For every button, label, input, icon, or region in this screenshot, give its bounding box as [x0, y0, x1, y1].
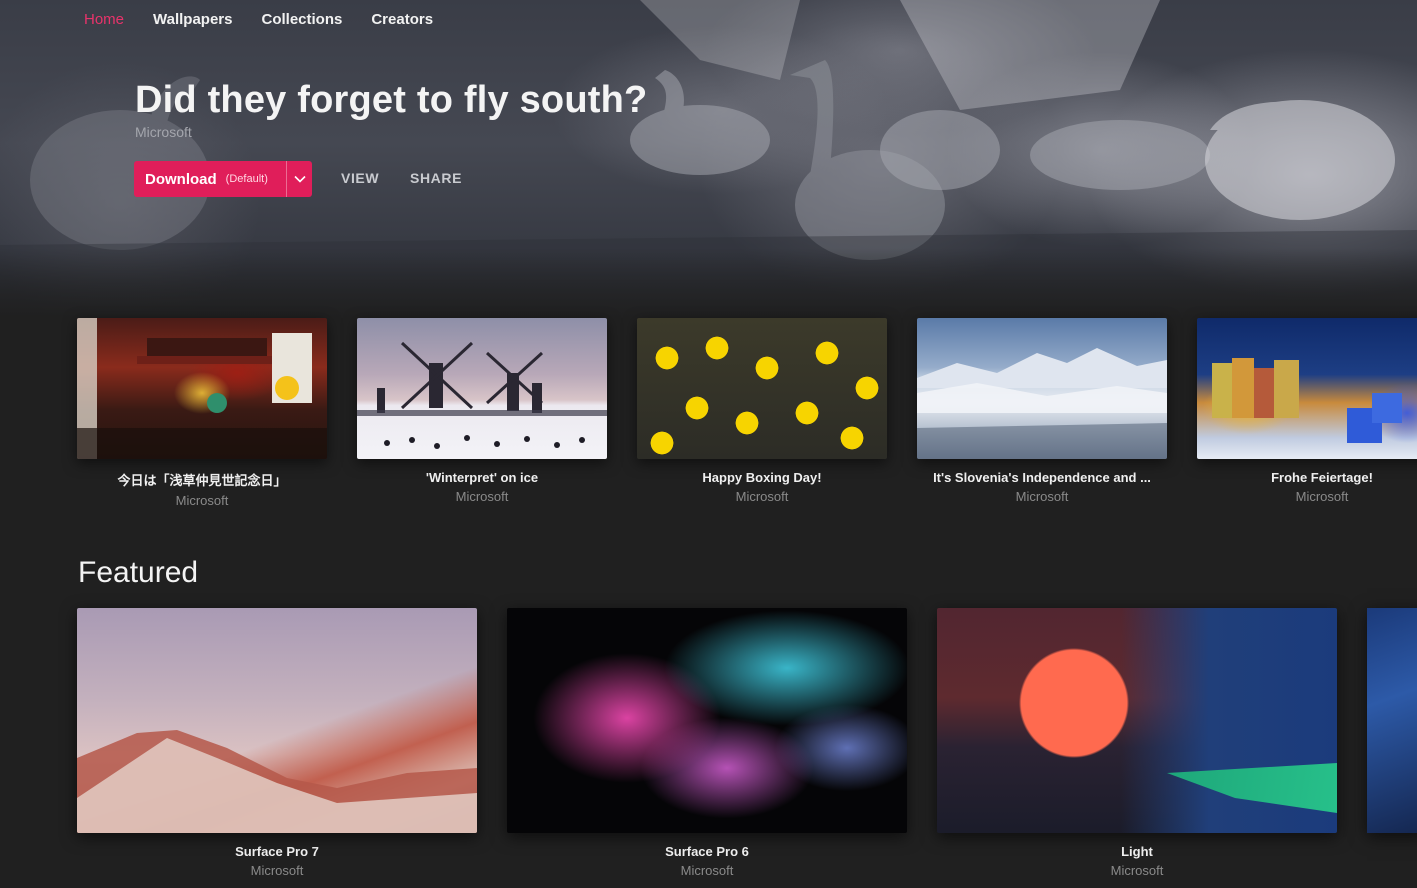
wallpaper-title[interactable]: Frohe Feiertage!: [1197, 470, 1417, 485]
featured-thumbnail[interactable]: [77, 608, 477, 833]
hero-banner: [0, 0, 1417, 318]
wallpaper-author[interactable]: Microsoft: [637, 489, 887, 504]
featured-card-partial[interactable]: [1367, 608, 1417, 833]
featured-title[interactable]: Surface Pro 7: [77, 844, 477, 859]
wallpaper-thumbnail[interactable]: [1197, 318, 1417, 459]
wallpaper-title[interactable]: Happy Boxing Day!: [637, 470, 887, 485]
download-label: Download: [145, 170, 217, 188]
featured-title[interactable]: Light: [937, 844, 1337, 859]
share-button[interactable]: SHARE: [410, 170, 462, 186]
hero-title: Did they forget to fly south?: [135, 79, 648, 121]
featured-author[interactable]: Microsoft: [507, 863, 907, 878]
nav-creators[interactable]: Creators: [371, 10, 433, 30]
download-default-tag: (Default): [225, 173, 268, 185]
featured-title[interactable]: Surface Pro 6: [507, 844, 907, 859]
wallpaper-card[interactable]: Frohe Feiertage! Microsoft: [1197, 318, 1417, 504]
wallpaper-thumbnail[interactable]: [917, 318, 1167, 459]
featured-card[interactable]: Surface Pro 6 Microsoft: [507, 608, 907, 878]
wallpaper-thumbnail[interactable]: [77, 318, 327, 459]
featured-author[interactable]: Microsoft: [937, 863, 1337, 878]
nav-wallpapers[interactable]: Wallpapers: [153, 10, 232, 30]
wallpaper-thumbnail[interactable]: [637, 318, 887, 459]
light-floor-shape: [1167, 763, 1337, 813]
wallpaper-author[interactable]: Microsoft: [1197, 489, 1417, 504]
hero-author[interactable]: Microsoft: [135, 124, 192, 140]
wallpaper-title[interactable]: 今日は「浅草仲見世記念日」: [77, 470, 327, 489]
featured-thumbnail[interactable]: [937, 608, 1337, 833]
featured-card[interactable]: Light Microsoft: [937, 608, 1337, 878]
wallpaper-author[interactable]: Microsoft: [917, 489, 1167, 504]
wallpaper-card[interactable]: Happy Boxing Day! Microsoft: [637, 318, 887, 504]
download-split-button: Download (Default): [134, 161, 312, 197]
wallpaper-card[interactable]: It's Slovenia's Independence and ... Mic…: [917, 318, 1167, 504]
wallpaper-card[interactable]: 今日は「浅草仲見世記念日」 Microsoft: [77, 318, 327, 508]
download-options-button[interactable]: [287, 161, 312, 197]
download-button[interactable]: Download (Default): [134, 161, 286, 197]
nav-collections[interactable]: Collections: [261, 10, 342, 30]
featured-author[interactable]: Microsoft: [77, 863, 477, 878]
wallpaper-author[interactable]: Microsoft: [357, 489, 607, 504]
hero-fade: [0, 248, 1417, 318]
wallpaper-title[interactable]: 'Winterpret' on ice: [357, 470, 607, 485]
featured-thumbnail[interactable]: [507, 608, 907, 833]
wallpaper-title[interactable]: It's Slovenia's Independence and ...: [917, 470, 1167, 485]
nav-home[interactable]: Home: [84, 10, 124, 30]
wallpaper-card[interactable]: 'Winterpret' on ice Microsoft: [357, 318, 607, 504]
wallpaper-author[interactable]: Microsoft: [77, 493, 327, 508]
view-button[interactable]: VIEW: [341, 170, 379, 186]
wallpaper-thumbnail[interactable]: [357, 318, 607, 459]
featured-card[interactable]: Surface Pro 7 Microsoft: [77, 608, 477, 878]
top-nav: Home Wallpapers Collections Creators: [84, 10, 462, 30]
chevron-down-icon: [293, 175, 306, 183]
featured-heading: Featured: [78, 556, 199, 589]
